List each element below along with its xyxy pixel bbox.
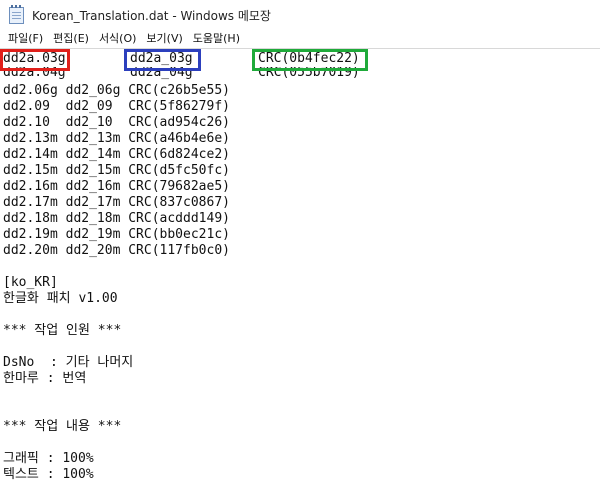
text-line: dd2.09 dd2_09 CRC(5f86279f)	[3, 99, 230, 114]
text-line: *** 작업 인원 ***	[3, 323, 122, 338]
text-line: dd2.14m dd2_14m CRC(6d824ce2)	[3, 147, 230, 162]
menu-view[interactable]: 보기(V)	[141, 30, 187, 48]
red-highlight-box	[0, 49, 70, 71]
text-line: dd2.18m dd2_18m CRC(acddd149)	[3, 211, 230, 226]
blue-highlight-box	[124, 49, 201, 71]
text-line: DsNo : 기타 나머지	[3, 355, 134, 370]
text-line: 한글화 패치 v1.00	[3, 291, 118, 306]
text-line: dd2.19m dd2_19m CRC(bb0ec21c)	[3, 227, 230, 242]
text-editor-area[interactable]: dd2a.04g dd2a_04g CRC(055b7019) dd2a.03g…	[0, 49, 600, 490]
text-line: dd2.13m dd2_13m CRC(a46b4e6e)	[3, 131, 230, 146]
menu-help[interactable]: 도움말(H)	[188, 30, 245, 48]
text-line: 텍스트 : 100%	[3, 467, 94, 482]
text-line: dd2.16m dd2_16m CRC(79682ae5)	[3, 179, 230, 194]
title-bar: Korean_Translation.dat - Windows 메모장	[0, 0, 600, 30]
notepad-icon	[9, 4, 24, 24]
text-line: 한마루 : 번역	[3, 371, 87, 386]
text-line: *** 작업 내용 ***	[3, 419, 122, 434]
window-title: Korean_Translation.dat - Windows 메모장	[32, 8, 271, 23]
text-line: 그래픽 : 100%	[3, 451, 94, 466]
menu-file[interactable]: 파일(F)	[3, 30, 48, 48]
text-line: [ko_KR]	[3, 275, 58, 290]
text-line: dd2.20m dd2_20m CRC(117fb0c0)	[3, 243, 230, 258]
menu-bar: 파일(F) 편집(E) 서식(O) 보기(V) 도움말(H)	[0, 30, 600, 48]
text-line: dd2.06g dd2_06g CRC(c26b5e55)	[3, 83, 230, 98]
text-line: dd2.17m dd2_17m CRC(837c0867)	[3, 195, 230, 210]
menu-edit[interactable]: 편집(E)	[48, 30, 94, 48]
text-line: dd2.10 dd2_10 CRC(ad954c26)	[3, 115, 230, 130]
menu-format[interactable]: 서식(O)	[94, 30, 141, 48]
green-highlight-box	[252, 49, 368, 71]
text-line: dd2.15m dd2_15m CRC(d5fc50fc)	[3, 163, 230, 178]
